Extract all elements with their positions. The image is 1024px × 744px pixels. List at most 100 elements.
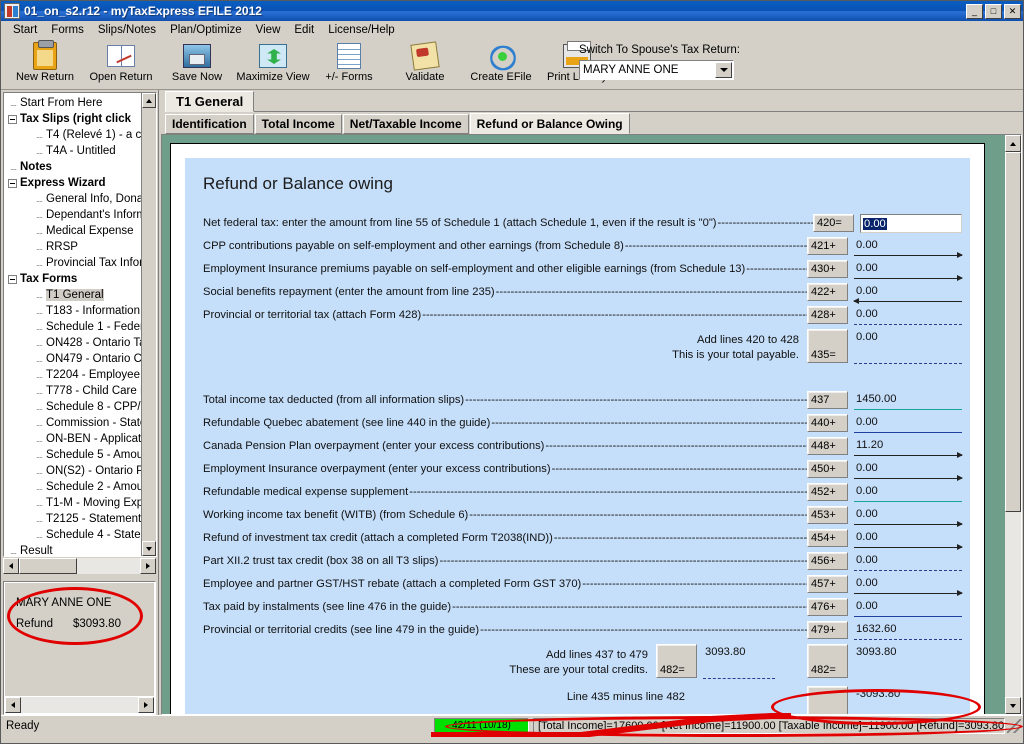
tree-item[interactable]: .... T778 - Child Care E	[6, 383, 141, 399]
tree-vertical-scrollbar[interactable]	[141, 93, 156, 556]
menu-view[interactable]: View	[249, 22, 288, 38]
amount-input[interactable]: 0.00	[860, 214, 962, 233]
open-return-button[interactable]: Open Return	[83, 40, 159, 88]
amount-cell[interactable]: 0.00	[854, 260, 963, 281]
tree-item[interactable]: Express Wizard	[6, 175, 141, 191]
amount-cell[interactable]: 0.00	[854, 460, 963, 481]
result-hscroll-track[interactable]	[21, 697, 138, 713]
amount-cell[interactable]: 0.00	[854, 237, 963, 258]
chevron-down-icon[interactable]	[715, 62, 732, 78]
tree-item[interactable]: .... Schedule 5 - Amoun	[6, 447, 141, 463]
tab-t1-general[interactable]: T1 General	[165, 91, 255, 112]
tree-hscroll-track[interactable]	[19, 558, 140, 574]
maximize-view-label: Maximize View	[236, 71, 310, 83]
document-scroll-up-button[interactable]	[1005, 135, 1021, 152]
tree-item[interactable]: .... T1-M - Moving Expe	[6, 495, 141, 511]
create-efile-button[interactable]: Create EFile	[463, 40, 539, 88]
form-tree[interactable]: .... Start From Here Tax Slips (right clic…	[4, 93, 141, 556]
tree-item[interactable]: .... Medical Expense	[6, 223, 141, 239]
menu-plan-optimize[interactable]: Plan/Optimize	[163, 22, 249, 38]
amount-cell-right[interactable]: 3093.80	[854, 644, 962, 660]
validate-button[interactable]: Validate	[387, 40, 463, 88]
tree-item[interactable]: .... Notes	[6, 159, 141, 175]
menu-slips-notes[interactable]: Slips/Notes	[91, 22, 163, 38]
tree-item[interactable]: .... Schedule 1 - Federa	[6, 319, 141, 335]
tree-item[interactable]: Tax Slips (right click	[6, 111, 141, 127]
menu-forms[interactable]: Forms	[44, 22, 91, 38]
clipboard-icon	[30, 40, 60, 71]
tree-item[interactable]: .... T1 General	[6, 287, 141, 303]
tree-item[interactable]: .... T2125 - Statement	[6, 511, 141, 527]
menu-license-help[interactable]: License/Help	[321, 22, 401, 38]
new-return-button[interactable]: New Return	[7, 40, 83, 88]
amount-cell[interactable]: 0.00	[854, 483, 962, 502]
tree-scroll-up-button[interactable]	[142, 93, 156, 108]
document-vscroll-thumb[interactable]	[1005, 152, 1021, 512]
tree-item[interactable]: Tax Forms	[6, 271, 141, 287]
tree-item[interactable]: .... ON479 - Ontario Cr	[6, 351, 141, 367]
result-scroll-right-button[interactable]	[138, 697, 154, 713]
tab-identification[interactable]: Identification	[165, 114, 254, 134]
maximize-button[interactable]: □	[985, 3, 1002, 19]
tree-collapse-icon[interactable]	[8, 178, 17, 188]
tree-item[interactable]: .... Dependant's Inform	[6, 207, 141, 223]
amount-cell[interactable]: 1450.00	[854, 391, 962, 410]
menu-start[interactable]: Start	[6, 22, 44, 38]
tree-scroll-left-button[interactable]	[3, 558, 19, 574]
final-amount-cell[interactable]: -3093.80	[854, 686, 962, 702]
amount-cell[interactable]: 0.00	[854, 329, 962, 364]
amount-cell[interactable]: 0.00	[853, 283, 962, 304]
tree-item[interactable]: .... Schedule 4 - Statem	[6, 527, 141, 543]
tree-item[interactable]: .... ON-BEN - Applicatio	[6, 431, 141, 447]
amount-cell[interactable]: 0.00	[854, 306, 962, 325]
document-vertical-scrollbar[interactable]	[1004, 135, 1021, 714]
maximize-view-button[interactable]: Maximize View	[235, 40, 311, 88]
tree-item[interactable]: .... T2204 - Employee C	[6, 367, 141, 383]
amount-cell[interactable]: 0.00	[854, 529, 963, 550]
amount-cell[interactable]: 1632.60	[854, 621, 962, 640]
plus-minus-forms-button[interactable]: +/- Forms	[311, 40, 387, 88]
tree-item[interactable]: .... Provincial Tax Infor	[6, 255, 141, 271]
tab-net-taxable-income[interactable]: Net/Taxable Income	[342, 114, 469, 134]
tree-hscroll-thumb[interactable]	[19, 558, 77, 574]
amount-cell[interactable]: 0.00	[854, 552, 962, 571]
save-now-button[interactable]: Save Now	[159, 40, 235, 88]
spouse-select[interactable]: MARY ANNE ONE	[579, 60, 734, 80]
tree-item[interactable]: .... Commission - Stater	[6, 415, 141, 431]
minimize-button[interactable]: _	[966, 3, 983, 19]
tab-total-income[interactable]: Total Income	[254, 114, 342, 134]
tree-item[interactable]: .... T4A - Untitled	[6, 143, 141, 159]
resize-grip-icon[interactable]	[1007, 718, 1021, 733]
amount-cell[interactable]: 0.00	[854, 506, 963, 527]
tree-item[interactable]: .... Result	[6, 543, 141, 556]
amount-cell[interactable]: 3093.80	[703, 644, 775, 679]
tree-collapse-icon[interactable]	[8, 114, 17, 124]
document-vscroll-track[interactable]	[1005, 152, 1021, 697]
amount-cell[interactable]: 0.00	[854, 575, 963, 596]
amount-value: 0.00	[856, 331, 878, 343]
amount-cell[interactable]: 11.20	[854, 437, 963, 458]
tree-item[interactable]: .... General Info, Donat	[6, 191, 141, 207]
amount-cell[interactable]: 0.00	[854, 414, 962, 433]
tab-refund-or-balance-owing[interactable]: Refund or Balance Owing	[469, 113, 630, 134]
form-line-row: Employment Insurance overpayment (enter …	[203, 460, 963, 483]
tree-item[interactable]: .... T4 (Relevé 1) - a co	[6, 127, 141, 143]
tree-item[interactable]: .... Schedule 2 - Amoun	[6, 479, 141, 495]
tree-item[interactable]: .... RRSP	[6, 239, 141, 255]
tree-item[interactable]: .... Schedule 8 - CPP/Q	[6, 399, 141, 415]
tree-collapse-icon[interactable]	[8, 274, 17, 284]
tree-item[interactable]: .... ON(S2) - Ontario Pr	[6, 463, 141, 479]
close-button[interactable]: ✕	[1004, 3, 1021, 19]
tree-scroll-down-button[interactable]	[142, 541, 156, 556]
tree-item[interactable]: .... Start From Here	[6, 95, 141, 111]
tree-item[interactable]: .... ON428 - Ontario Ta	[6, 335, 141, 351]
result-scroll-left-button[interactable]	[5, 697, 21, 713]
tree-horizontal-scrollbar[interactable]	[3, 558, 156, 574]
menu-edit[interactable]: Edit	[287, 22, 321, 38]
tree-scroll-right-button[interactable]	[140, 558, 156, 574]
tree-item[interactable]: .... T183 - Information	[6, 303, 141, 319]
amount-cell[interactable]: 0.00	[854, 598, 962, 617]
result-horizontal-scrollbar[interactable]	[5, 697, 154, 713]
document-scroll-down-button[interactable]	[1005, 697, 1021, 714]
amount-value: 0.00	[856, 416, 878, 428]
